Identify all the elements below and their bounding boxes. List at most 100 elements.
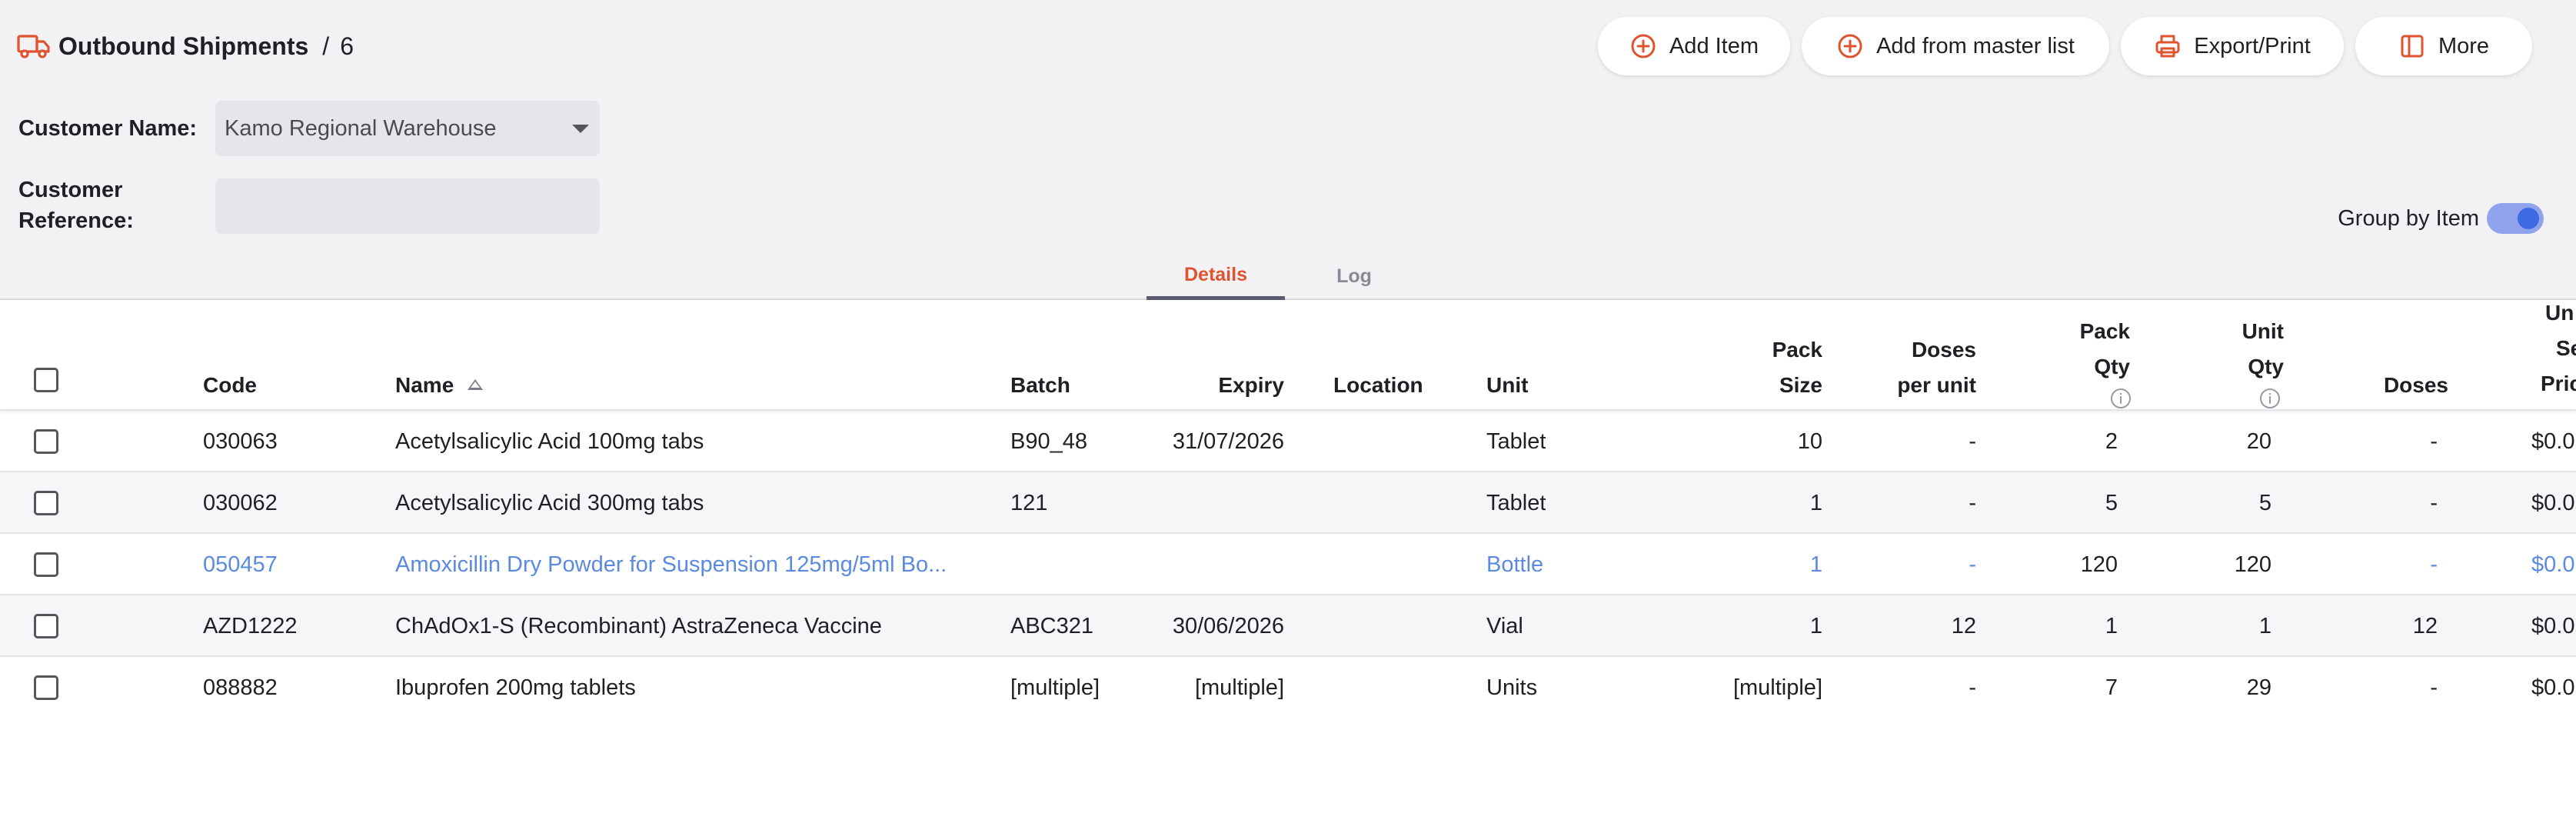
cell-unit: Tablet — [1486, 491, 1546, 515]
table-row[interactable]: 088882 Ibuprofen 200mg tablets [multiple… — [0, 657, 2576, 718]
cell-unit-qty: 29 — [2246, 675, 2271, 700]
cell-pack-qty: 1 — [2105, 614, 2118, 638]
column-header-doses-per-unit[interactable]: Doses per unit — [1822, 332, 1976, 403]
cell-pack-qty: 120 — [2080, 552, 2118, 577]
plus-circle-icon — [1838, 34, 1862, 58]
cell-unit: Bottle — [1486, 552, 1544, 577]
customer-reference-label-line1: Customer — [18, 178, 123, 202]
column-header-doses[interactable]: Doses — [2295, 368, 2448, 403]
group-by-item-control: Group by Item — [2338, 202, 2544, 235]
cell-name: Ibuprofen 200mg tablets — [395, 675, 636, 700]
column-header-name[interactable]: Name — [395, 368, 484, 403]
column-header-unit[interactable]: Unit — [1486, 368, 1528, 403]
cell-name: ChAdOx1-S (Recombinant) AstraZeneca Vacc… — [395, 614, 882, 638]
column-header-unit-sell-price[interactable]: Un Se Pric — [2541, 295, 2576, 402]
column-header-unit-qty[interactable]: Unit Qty — [2130, 298, 2284, 409]
cell-price: $0.0 — [2531, 491, 2575, 515]
column-header-code[interactable]: Code — [203, 368, 257, 403]
info-icon[interactable] — [2259, 388, 2281, 409]
pack-qty-line2: Qty — [2094, 355, 2130, 378]
cell-expiry — [1138, 472, 1284, 534]
cell-name: Acetylsalicylic Acid 100mg tabs — [395, 429, 704, 454]
doses-per-unit-line1: Doses — [1911, 338, 1976, 362]
column-header-location[interactable]: Location — [1333, 368, 1423, 403]
column-header-pack-qty[interactable]: Pack Qty — [1976, 298, 2132, 409]
info-icon[interactable] — [2110, 388, 2132, 409]
cell-code: AZD1222 — [203, 614, 298, 638]
cell-doses-per-unit: 12 — [1951, 614, 1976, 638]
group-by-item-label: Group by Item — [2338, 205, 2479, 231]
title-text: Outbound Shipments — [58, 32, 309, 60]
printer-icon — [2155, 35, 2180, 58]
truck-icon — [17, 35, 50, 58]
cell-pack-qty: 2 — [2105, 429, 2118, 454]
column-header-pack-size[interactable]: Pack Size — [1669, 332, 1822, 403]
cell-pack-size: 1 — [1809, 614, 1822, 638]
cell-batch: B90_48 — [1010, 429, 1087, 454]
sort-ascending-icon — [468, 378, 484, 390]
more-label: More — [2438, 33, 2490, 58]
shipment-number: 6 — [340, 32, 354, 60]
table-row[interactable]: 030062 Acetylsalicylic Acid 300mg tabs 1… — [0, 472, 2576, 534]
unit-sell-price-line2: Se — [2556, 336, 2576, 360]
toggle-knob — [2518, 208, 2539, 229]
customer-name-value: Kamo Regional Warehouse — [225, 115, 497, 141]
cell-unit-qty: 120 — [2234, 552, 2271, 577]
pack-qty-line1: Pack — [2079, 319, 2130, 343]
add-item-label: Add Item — [1669, 33, 1759, 58]
table-row[interactable]: 030063 Acetylsalicylic Acid 100mg tabs B… — [0, 411, 2576, 472]
cell-pack-size: 1 — [1809, 491, 1822, 515]
tab-bar: Details Log — [0, 254, 2576, 300]
cell-batch: [multiple] — [1010, 675, 1100, 700]
customer-name-select[interactable]: Kamo Regional Warehouse — [215, 101, 600, 156]
cell-doses-per-unit: - — [1969, 429, 1976, 454]
customer-reference-label: Customer Reference: — [18, 175, 134, 236]
items-table: Code Name Batch Expiry Location Unit Pac… — [0, 300, 2576, 820]
cell-unit: Units — [1486, 675, 1538, 700]
page-header: Outbound Shipments / 6 Add Item Add from… — [0, 0, 2576, 92]
unit-sell-price-line3: Pric — [2541, 372, 2576, 395]
row-checkbox[interactable] — [34, 614, 58, 638]
cell-doses: - — [2430, 552, 2438, 577]
export-print-label: Export/Print — [2194, 33, 2311, 58]
cell-code: 050457 — [203, 552, 278, 577]
column-header-batch[interactable]: Batch — [1010, 368, 1070, 403]
table-row[interactable]: 050457 Amoxicillin Dry Powder for Suspen… — [0, 534, 2576, 595]
add-item-button[interactable]: Add Item — [1598, 17, 1790, 75]
cell-name: Acetylsalicylic Acid 300mg tabs — [395, 491, 704, 515]
cell-unit-qty: 20 — [2246, 429, 2271, 454]
select-all-checkbox[interactable] — [34, 368, 58, 392]
chevron-down-icon — [572, 125, 589, 133]
customer-name-label: Customer Name: — [18, 116, 198, 141]
cell-doses-per-unit: - — [1969, 491, 1976, 515]
cell-expiry: 31/07/2026 — [1172, 429, 1284, 454]
customer-reference-input[interactable] — [215, 178, 600, 234]
cell-unit-qty: 5 — [2258, 491, 2271, 515]
row-checkbox[interactable] — [34, 429, 58, 454]
column-header-expiry[interactable]: Expiry — [1138, 368, 1284, 403]
cell-doses: - — [2430, 675, 2438, 700]
row-checkbox[interactable] — [34, 552, 58, 577]
cell-price: $0.0 — [2531, 675, 2575, 700]
cell-pack-size: [multiple] — [1732, 675, 1822, 700]
title-separator: / — [322, 32, 330, 60]
cell-code: 030063 — [203, 429, 278, 454]
row-checkbox[interactable] — [34, 491, 58, 515]
export-print-button[interactable]: Export/Print — [2121, 17, 2344, 75]
cell-batch: ABC321 — [1010, 614, 1094, 638]
cell-code: 088882 — [203, 675, 278, 700]
tab-log[interactable]: Log — [1285, 254, 1423, 298]
cell-price: $0.0 — [2531, 614, 2575, 638]
cell-doses: - — [2430, 429, 2438, 454]
group-by-item-toggle[interactable] — [2487, 203, 2544, 234]
tab-details[interactable]: Details — [1147, 254, 1285, 300]
more-button[interactable]: More — [2355, 17, 2532, 75]
sidebar-panel-icon — [2401, 35, 2424, 58]
cell-doses: 12 — [2412, 614, 2438, 638]
row-checkbox[interactable] — [34, 675, 58, 700]
table-row[interactable]: AZD1222 ChAdOx1-S (Recombinant) AstraZen… — [0, 595, 2576, 657]
cell-pack-qty: 7 — [2105, 675, 2118, 700]
cell-unit: Vial — [1486, 614, 1523, 638]
cell-price: $0.0 — [2531, 429, 2575, 454]
add-from-master-list-button[interactable]: Add from master list — [1802, 17, 2109, 75]
